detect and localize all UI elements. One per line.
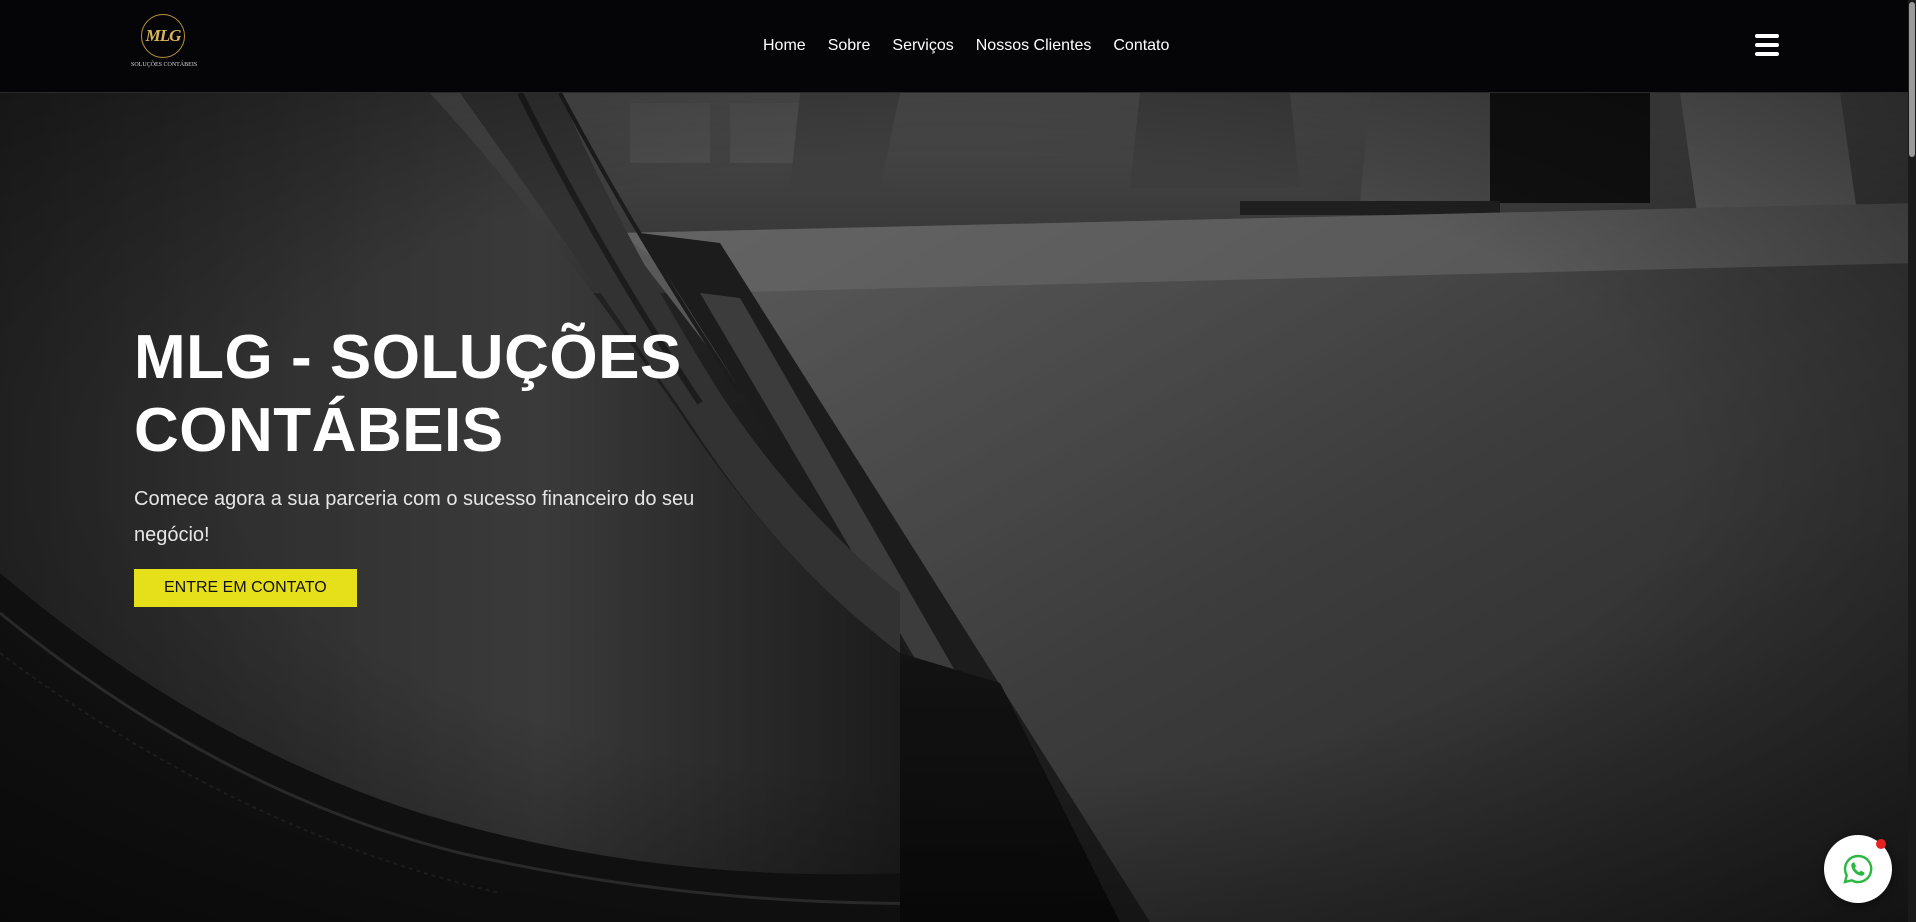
site-header: MLG SOLUÇÕES CONTÁBEIS Home Sobre Serviç… [0, 0, 1916, 93]
page: MLG SOLUÇÕES CONTÁBEIS Home Sobre Serviç… [0, 0, 1916, 922]
whatsapp-icon [1843, 854, 1873, 884]
notification-dot [1876, 839, 1886, 849]
menu-bar-bottom [1755, 52, 1779, 56]
menu-bar-top [1755, 34, 1779, 38]
whatsapp-chat-button[interactable] [1824, 835, 1892, 903]
main-nav: Home Sobre Serviços Nossos Clientes Cont… [752, 0, 1180, 92]
hero-subtitle: Comece agora a sua parceria com o sucess… [134, 488, 695, 546]
hamburger-menu-icon[interactable] [1755, 34, 1779, 56]
logo-subtitle: SOLUÇÕES CONTÁBEIS [131, 62, 198, 68]
site-logo[interactable]: MLG SOLUÇÕES CONTÁBEIS [131, 14, 199, 74]
menu-bar-middle [1755, 43, 1779, 47]
contact-cta-button[interactable]: ENTRE EM CONTATO [134, 569, 357, 607]
nav-item-home[interactable]: Home [752, 0, 817, 92]
nav-item-nossos-clientes[interactable]: Nossos Clientes [965, 0, 1103, 92]
nav-item-servicos[interactable]: Serviços [881, 0, 964, 92]
logo-mark: MLG [145, 26, 182, 45]
nav-item-contato[interactable]: Contato [1102, 0, 1180, 92]
hero-content: MLG - SOLUÇÕES CONTÁBEIS Comece agora a … [134, 321, 774, 607]
scrollbar-thumb[interactable] [1909, 2, 1915, 157]
hero-title-line2: CONTÁBEIS [134, 396, 504, 465]
hero-title-line1: MLG - SOLUÇÕES [134, 323, 682, 392]
hero-section: MLG - SOLUÇÕES CONTÁBEIS Comece agora a … [0, 93, 1916, 922]
nav-item-sobre[interactable]: Sobre [817, 0, 882, 92]
page-scrollbar[interactable] [1908, 0, 1916, 922]
hero-title: MLG - SOLUÇÕES CONTÁBEIS [134, 321, 774, 467]
